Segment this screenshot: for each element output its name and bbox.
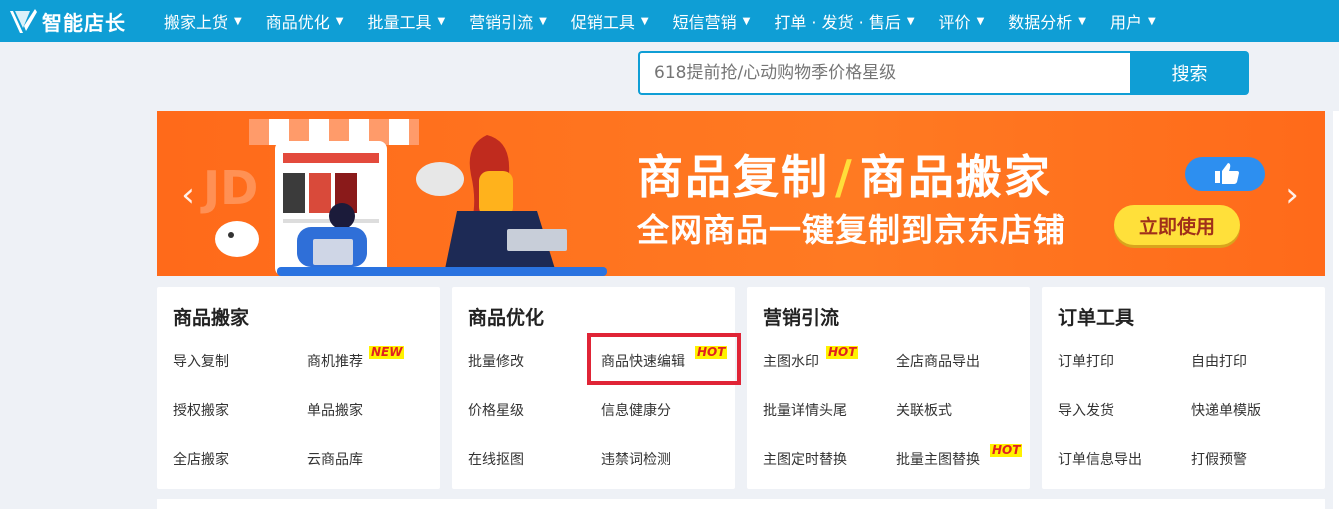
nav-item-label: 评价	[938, 13, 971, 32]
nav-item-label: 批量工具	[367, 13, 432, 32]
nav-item-marketing[interactable]: 营销引流 ▼	[457, 0, 559, 42]
hot-badge: HOT	[826, 345, 859, 359]
link-price-rating[interactable]: 价格星级	[468, 400, 524, 420]
link-single-item-move[interactable]: 单品搬家	[307, 400, 363, 420]
link-cloud-product-library[interactable]: 云商品库	[307, 449, 363, 469]
link-free-print[interactable]: 自由打印	[1191, 351, 1247, 371]
link-main-image-watermark[interactable]: 主图水印	[763, 351, 819, 371]
nav-item-analytics[interactable]: 数据分析 ▼	[996, 0, 1098, 42]
caret-down-icon: ▼	[976, 15, 985, 27]
banner-title-left: 商品复制	[637, 150, 829, 204]
caret-down-icon: ▼	[906, 15, 915, 27]
link-batch-modify[interactable]: 批量修改	[468, 351, 524, 371]
right-edge-panel	[1333, 111, 1339, 509]
caret-down-icon: ▼	[742, 15, 751, 27]
search-bar: 搜索	[638, 51, 1249, 95]
link-info-health-score[interactable]: 信息健康分	[601, 400, 671, 420]
link-whole-store-move[interactable]: 全店搬家	[173, 449, 229, 469]
next-section-panel	[157, 499, 1325, 509]
banner-watermark: JD	[203, 161, 259, 215]
link-banned-words-check[interactable]: 违禁词检测	[601, 449, 671, 469]
link-export-all-products[interactable]: 全店商品导出	[896, 351, 980, 371]
top-nav-bar: 智能店长 搬家上货 ▼ 商品优化 ▼ 批量工具 ▼ 营销引流 ▼ 促销工具 ▼ 短信营销 ▼…	[0, 0, 1339, 42]
caret-down-icon: ▼	[1148, 15, 1156, 27]
banner-title-separator: /	[835, 150, 854, 204]
app-name: 智能店长	[42, 10, 126, 35]
link-import-copy[interactable]: 导入复制	[173, 351, 229, 371]
caret-down-icon: ▼	[335, 15, 344, 27]
link-online-cutout[interactable]: 在线抠图	[468, 449, 524, 469]
link-counterfeit-alert[interactable]: 打假预警	[1191, 449, 1247, 469]
nav-item-label: 用户	[1109, 13, 1142, 32]
nav-item-label: 商品优化	[265, 13, 330, 32]
caret-down-icon: ▼	[640, 15, 649, 27]
banner-title-right: 商品搬家	[859, 150, 1052, 204]
link-waybill-template[interactable]: 快递单模版	[1191, 400, 1261, 420]
card-product-move: 商品搬家 导入复制 商机推荐 NEW 授权搬家 单品搬家 全店搬家 云商品库	[157, 287, 440, 489]
card-title: 订单工具	[1058, 307, 1135, 329]
nav-item-label: 促销工具	[570, 13, 635, 32]
card-order-tools: 订单工具 订单打印 自由打印 导入发货 快递单模版 订单信息导出 打假预警	[1042, 287, 1325, 489]
card-title: 商品优化	[468, 307, 545, 329]
caret-down-icon: ▼	[437, 15, 446, 27]
banner-subtitle: 全网商品一键复制到京东店铺	[637, 211, 1067, 249]
hot-badge: HOT	[990, 443, 1023, 457]
link-batch-detail-header-footer[interactable]: 批量详情头尾	[763, 400, 847, 420]
nav-item-label: 打单 · 发货 · 售后	[774, 13, 901, 32]
thumbs-up-icon	[1185, 157, 1265, 191]
caret-down-icon: ▼	[234, 15, 242, 27]
link-related-layout[interactable]: 关联板式	[896, 400, 952, 420]
nav-item-label: 短信营销	[672, 13, 737, 32]
caret-down-icon: ▼	[539, 15, 547, 27]
card-marketing: 营销引流 主图水印 HOT 全店商品导出 批量详情头尾 关联板式 主图定时替换 …	[747, 287, 1030, 489]
link-import-shipping[interactable]: 导入发货	[1058, 400, 1114, 420]
caret-down-icon: ▼	[1078, 15, 1086, 27]
nav-item-promotion[interactable]: 促销工具 ▼	[559, 0, 661, 42]
search-input[interactable]	[638, 51, 1130, 95]
card-product-optimize: 商品优化 批量修改 商品快速编辑 HOT 价格星级 信息健康分 在线抠图 违禁词…	[452, 287, 735, 489]
promo-banner[interactable]: JD ‹ 商品复制 / 商品搬家 全网商品一键复制到京东店铺 立即使用 ›	[157, 111, 1325, 276]
nav-item-batch-tools[interactable]: 批量工具 ▼	[355, 0, 457, 42]
nav-item-label: 搬家上货	[164, 13, 229, 32]
link-batch-image-replace[interactable]: 批量主图替换	[896, 449, 980, 469]
nav-item-shipping[interactable]: 打单 · 发货 · 售后 ▼	[762, 0, 926, 42]
link-opportunity-recommend[interactable]: 商机推荐	[307, 351, 363, 371]
link-authorized-move[interactable]: 授权搬家	[173, 400, 229, 420]
nav-item-sms[interactable]: 短信营销 ▼	[661, 0, 763, 42]
new-badge: NEW	[369, 345, 405, 359]
nav-item-optimize[interactable]: 商品优化 ▼	[254, 0, 356, 42]
nav-item-user[interactable]: 用户 ▼	[1098, 0, 1168, 42]
main-menu: 搬家上货 ▼ 商品优化 ▼ 批量工具 ▼ 营销引流 ▼ 促销工具 ▼ 短信营销 ▼ 打单 ·…	[152, 0, 1168, 42]
link-order-print[interactable]: 订单打印	[1058, 351, 1114, 371]
search-button[interactable]: 搜索	[1130, 51, 1249, 95]
card-title: 营销引流	[763, 307, 840, 329]
link-scheduled-image-replace[interactable]: 主图定时替换	[763, 449, 847, 469]
nav-item-reviews[interactable]: 评价 ▼	[927, 0, 997, 42]
link-order-info-export[interactable]: 订单信息导出	[1058, 449, 1142, 469]
card-title: 商品搬家	[173, 307, 250, 329]
nav-item-label: 数据分析	[1008, 13, 1073, 32]
highlight-annotation	[587, 333, 741, 385]
banner-title: 商品复制 / 商品搬家	[637, 141, 1052, 207]
logo-icon	[10, 9, 37, 33]
use-now-button[interactable]: 立即使用	[1114, 205, 1240, 245]
logo[interactable]: 智能店长	[0, 0, 152, 42]
nav-item-label: 营销引流	[469, 13, 534, 32]
nav-item-move[interactable]: 搬家上货 ▼	[152, 0, 254, 42]
chevron-left-icon[interactable]: ‹	[173, 177, 203, 213]
chevron-right-icon[interactable]: ›	[1277, 177, 1307, 213]
